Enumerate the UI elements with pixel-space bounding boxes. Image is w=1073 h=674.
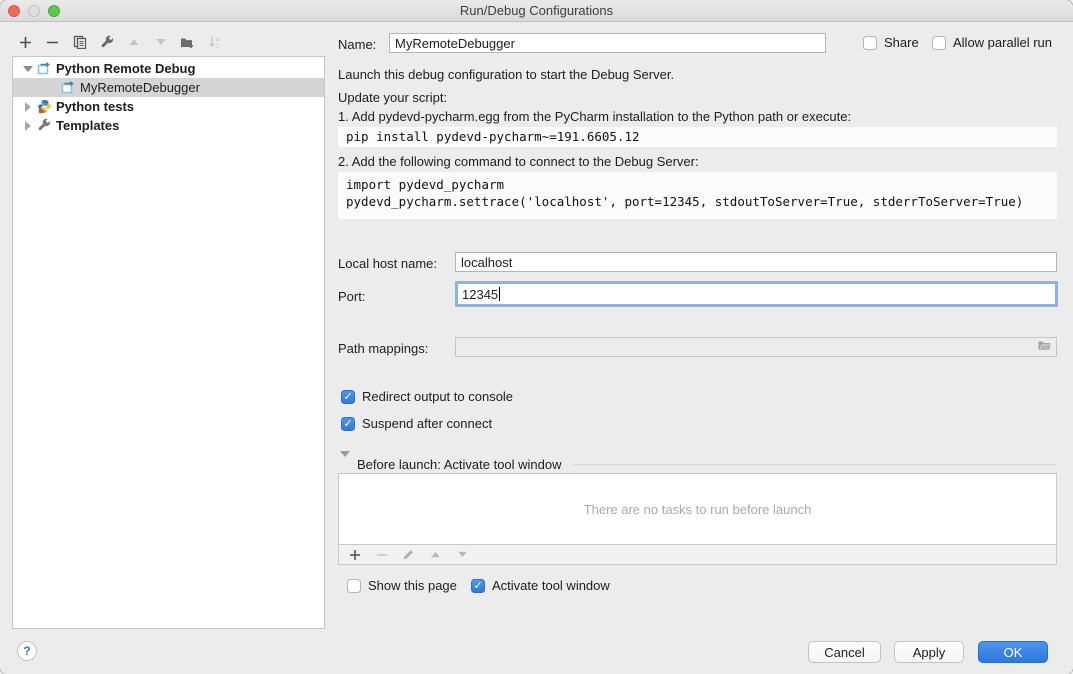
- before-launch-task-list[interactable]: There are no tasks to run before launch: [338, 473, 1057, 545]
- path-mappings-label: Path mappings:: [338, 341, 428, 356]
- activate-tool-window-checkbox-row[interactable]: Activate tool window: [471, 578, 610, 593]
- sort-alphabetically-icon: az: [207, 35, 222, 50]
- instruction-line-2: Update your script:: [338, 90, 447, 105]
- browse-folder-icon[interactable]: [1037, 339, 1052, 355]
- run-config-icon: [61, 80, 76, 95]
- activate-tool-window-checkbox[interactable]: [471, 579, 485, 593]
- tree-item-label: Python Remote Debug: [56, 61, 195, 76]
- chevron-right-icon[interactable]: [21, 102, 35, 112]
- configurations-toolbar: az: [18, 31, 222, 53]
- suspend-after-connect-label: Suspend after connect: [362, 416, 492, 431]
- new-folder-icon[interactable]: [180, 35, 195, 50]
- redirect-output-checkbox[interactable]: [341, 390, 355, 404]
- instruction-step-1: 1. Add pydevd-pycharm.egg from the PyCha…: [338, 109, 851, 124]
- move-task-up-icon: [428, 547, 443, 562]
- settrace-code: import pydevd_pycharm pydevd_pycharm.set…: [338, 172, 1057, 219]
- before-launch-header[interactable]: Before launch: Activate tool window: [340, 457, 1057, 472]
- svg-text:z: z: [216, 43, 219, 49]
- ok-button[interactable]: OK: [978, 641, 1048, 663]
- tree-item-label: MyRemoteDebugger: [80, 80, 200, 95]
- instruction-line-1: Launch this debug configuration to start…: [338, 67, 674, 82]
- configurations-tree: Python Remote Debug MyRemoteDebugger Pyt…: [12, 56, 325, 629]
- edit-task-pencil-icon: [401, 547, 416, 562]
- move-up-icon: [126, 35, 141, 50]
- tree-item-templates[interactable]: Templates: [13, 116, 324, 135]
- show-this-page-checkbox[interactable]: [347, 579, 361, 593]
- empty-tasks-text: There are no tasks to run before launch: [584, 502, 812, 517]
- allow-parallel-run-checkbox-row[interactable]: Allow parallel run: [932, 35, 1052, 50]
- titlebar: Run/Debug Configurations: [0, 0, 1073, 22]
- activate-tool-window-label: Activate tool window: [492, 578, 610, 593]
- svg-text:a: a: [216, 36, 220, 43]
- share-label: Share: [884, 35, 919, 50]
- share-checkbox-row[interactable]: Share: [863, 35, 919, 50]
- show-this-page-checkbox-row[interactable]: Show this page: [347, 578, 457, 593]
- add-configuration-icon[interactable]: [18, 35, 33, 50]
- before-launch-title: Before launch: Activate tool window: [357, 457, 562, 472]
- tree-item-label: Templates: [56, 118, 119, 133]
- settrace-code-line-1: import pydevd_pycharm: [346, 177, 504, 192]
- apply-button[interactable]: Apply: [894, 641, 964, 663]
- move-task-down-icon: [455, 547, 470, 562]
- edit-defaults-wrench-icon[interactable]: [99, 35, 114, 50]
- header-rule: [573, 464, 1057, 465]
- local-host-name-label: Local host name:: [338, 256, 437, 271]
- suspend-after-connect-checkbox[interactable]: [341, 417, 355, 431]
- help-button[interactable]: ?: [17, 641, 37, 661]
- redirect-output-checkbox-row[interactable]: Redirect output to console: [341, 389, 513, 404]
- chevron-down-icon[interactable]: [340, 457, 350, 472]
- tree-item-myremotedebugger[interactable]: MyRemoteDebugger: [13, 78, 324, 97]
- remove-task-icon: [374, 547, 389, 562]
- share-checkbox[interactable]: [863, 36, 877, 50]
- run-config-icon: [37, 61, 52, 76]
- redirect-output-label: Redirect output to console: [362, 389, 513, 404]
- port-value: 12345: [462, 287, 498, 302]
- remove-configuration-icon[interactable]: [45, 35, 60, 50]
- before-launch-toolbar: [338, 545, 1057, 565]
- python-tests-icon: [37, 99, 52, 114]
- show-this-page-label: Show this page: [368, 578, 457, 593]
- copy-configuration-icon[interactable]: [72, 35, 87, 50]
- wrench-icon: [37, 118, 52, 133]
- local-host-name-input[interactable]: [455, 252, 1057, 272]
- path-mappings-input[interactable]: [455, 337, 1057, 357]
- pip-install-code: pip install pydevd-pycharm~=191.6605.12: [338, 127, 1057, 147]
- allow-parallel-run-label: Allow parallel run: [953, 35, 1052, 50]
- settrace-code-line-2: pydevd_pycharm.settrace('localhost', por…: [346, 194, 1023, 209]
- allow-parallel-run-checkbox[interactable]: [932, 36, 946, 50]
- move-down-icon: [153, 35, 168, 50]
- text-caret: [499, 287, 500, 301]
- add-task-icon[interactable]: [347, 547, 362, 562]
- tree-item-label: Python tests: [56, 99, 134, 114]
- name-input[interactable]: [389, 33, 826, 53]
- cancel-button[interactable]: Cancel: [808, 641, 881, 663]
- port-label: Port:: [338, 289, 365, 304]
- name-label: Name:: [338, 37, 376, 52]
- instruction-step-2: 2. Add the following command to connect …: [338, 154, 699, 169]
- tree-item-python-remote-debug[interactable]: Python Remote Debug: [13, 59, 324, 78]
- help-question-icon: ?: [23, 644, 30, 658]
- port-input[interactable]: 12345: [455, 281, 1058, 307]
- chevron-right-icon[interactable]: [21, 121, 35, 131]
- window-title: Run/Debug Configurations: [0, 3, 1073, 18]
- suspend-after-connect-checkbox-row[interactable]: Suspend after connect: [341, 416, 492, 431]
- tree-item-python-tests[interactable]: Python tests: [13, 97, 324, 116]
- run-debug-configurations-dialog: Run/Debug Configurations az: [0, 0, 1073, 674]
- chevron-down-icon[interactable]: [21, 66, 35, 72]
